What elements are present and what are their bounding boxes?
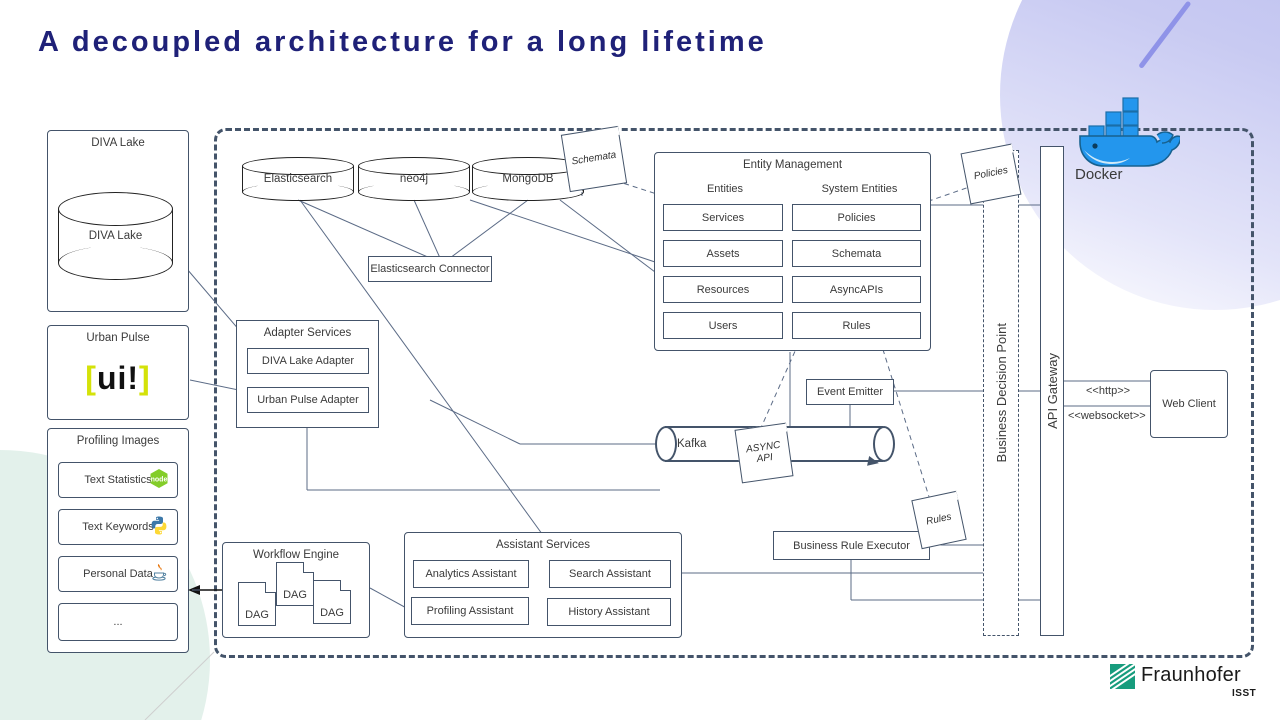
assistant-label: Analytics Assistant — [425, 568, 517, 580]
entity-management-group-label: Entity Management — [742, 159, 843, 171]
diva-lake-cylinder: DIVA Lake — [58, 192, 173, 280]
protocol-http-label: <<http>> — [1084, 385, 1133, 397]
business-rule-executor-label: Business Rule Executor — [793, 539, 910, 552]
profiling-item-more[interactable]: ... — [58, 603, 178, 641]
entity-resources[interactable]: Resources — [663, 276, 783, 303]
docker-icon — [1062, 86, 1182, 173]
fraunhofer-mark-icon — [1110, 664, 1135, 689]
assistant-label: History Assistant — [568, 606, 650, 618]
ui-logo-bracket-close: ] — [139, 360, 151, 396]
nodejs-icon: node — [148, 468, 170, 493]
diva-lake-cylinder-label: DIVA Lake — [88, 230, 143, 242]
rules-note-label: Rules — [925, 511, 953, 528]
business-decision-point[interactable]: Business Decision Point — [983, 150, 1019, 636]
urban-pulse-logo: [ui!] — [48, 360, 188, 397]
system-entity-policies[interactable]: Policies — [792, 204, 921, 231]
profiling-item-label: Text Keywords — [82, 521, 154, 533]
entity-label: Resources — [696, 283, 750, 296]
web-client[interactable]: Web Client — [1150, 370, 1228, 438]
profiling-item-label: Text Statistics — [84, 474, 152, 486]
page-fold-icon — [303, 562, 314, 573]
adapter-diva-lake[interactable]: DIVA Lake Adapter — [247, 348, 369, 374]
api-gateway[interactable]: API Gateway — [1040, 146, 1064, 636]
protocol-websocket-label: <<websocket>> — [1066, 410, 1148, 422]
event-emitter-label: Event Emitter — [816, 386, 884, 398]
page-fold-icon — [265, 582, 276, 593]
system-entity-label: AsyncAPIs — [829, 283, 884, 296]
database-label: neo4j — [399, 173, 429, 185]
dag-item-1[interactable]: DAG — [238, 582, 276, 626]
database-label: Elasticsearch — [263, 173, 333, 185]
entity-label: Services — [701, 211, 745, 224]
rules-note: Rules — [911, 490, 967, 550]
schemata-note-label: Schemata — [570, 149, 618, 168]
adapter-urban-pulse[interactable]: Urban Pulse Adapter — [247, 387, 369, 413]
system-entity-label: Policies — [837, 211, 876, 224]
slide-canvas: A decoupled architecture for a long life… — [0, 0, 1280, 720]
profiling-item-text-statistics[interactable]: Text Statistics node — [58, 462, 178, 498]
system-entities-column-header: System Entities — [821, 183, 898, 195]
dag-item-2[interactable]: DAG — [276, 562, 314, 606]
ui-logo-bracket-open: [ — [85, 360, 97, 396]
page-fold-icon — [340, 580, 351, 591]
assistant-label: Profiling Assistant — [426, 605, 514, 617]
entity-label: Users — [708, 319, 738, 332]
profiling-item-label: Personal Data — [83, 568, 153, 580]
dag-label: DAG — [245, 609, 269, 621]
business-decision-point-label: Business Decision Point — [993, 323, 1009, 463]
entity-label: Assets — [706, 247, 740, 260]
fraunhofer-institute: ISST — [1232, 688, 1257, 699]
profiling-item-text-keywords[interactable]: Text Keywords — [58, 509, 178, 545]
system-entity-asyncapis[interactable]: AsyncAPIs — [792, 276, 921, 303]
web-client-label: Web Client — [1162, 398, 1216, 410]
async-api-note: ASYNC API — [734, 422, 794, 484]
system-entity-label: Schemata — [831, 247, 882, 260]
assistant-services-group-label: Assistant Services — [496, 539, 590, 551]
assistant-search[interactable]: Search Assistant — [549, 560, 671, 588]
system-entity-schemata[interactable]: Schemata — [792, 240, 921, 267]
adapter-label: Urban Pulse Adapter — [257, 394, 359, 406]
system-entity-rules[interactable]: Rules — [792, 312, 921, 339]
fraunhofer-name: Fraunhofer — [1141, 664, 1241, 686]
urban-pulse-group: Urban Pulse [ui!] — [47, 325, 189, 420]
assistant-history[interactable]: History Assistant — [547, 598, 671, 626]
api-gateway-label: API Gateway — [1044, 353, 1060, 429]
adapter-label: DIVA Lake Adapter — [261, 355, 355, 367]
entity-users[interactable]: Users — [663, 312, 783, 339]
assistant-profiling[interactable]: Profiling Assistant — [411, 597, 529, 625]
policies-note: Policies — [960, 143, 1022, 205]
svg-text:node: node — [151, 477, 168, 484]
entity-assets[interactable]: Assets — [663, 240, 783, 267]
system-entity-label: Rules — [842, 319, 871, 332]
dag-label: DAG — [283, 589, 307, 601]
kafka-label: Kafka — [677, 438, 707, 450]
urban-pulse-group-label: Urban Pulse — [86, 332, 150, 344]
flow-arrow-icon — [867, 455, 880, 469]
schemata-note: Schemata — [560, 125, 628, 193]
ui-logo-text: ui! — [96, 360, 140, 396]
assistant-label: Search Assistant — [569, 568, 651, 580]
async-api-note-label: ASYNC API — [745, 439, 781, 466]
elasticsearch-connector[interactable]: Elasticsearch Connector — [368, 256, 492, 282]
profiling-item-label: ... — [113, 616, 123, 628]
database-elasticsearch[interactable]: Elasticsearch — [242, 157, 354, 201]
entity-services[interactable]: Services — [663, 204, 783, 231]
assistant-analytics[interactable]: Analytics Assistant — [413, 560, 529, 588]
entities-column-header: Entities — [706, 183, 744, 195]
adapter-services-group-label: Adapter Services — [263, 327, 352, 339]
page-title: A decoupled architecture for a long life… — [38, 26, 767, 58]
profiling-images-group-label: Profiling Images — [76, 435, 160, 447]
workflow-engine-group-label: Workflow Engine — [252, 549, 340, 561]
python-icon — [148, 515, 170, 540]
database-neo4j[interactable]: neo4j — [358, 157, 470, 201]
profiling-item-personal-data[interactable]: Personal Data — [58, 556, 178, 592]
event-emitter[interactable]: Event Emitter — [806, 379, 894, 405]
elasticsearch-connector-label: Elasticsearch Connector — [370, 263, 490, 275]
policies-note-label: Policies — [972, 165, 1009, 183]
java-icon — [148, 562, 170, 587]
dag-item-3[interactable]: DAG — [313, 580, 351, 624]
dag-label: DAG — [320, 607, 344, 619]
business-rule-executor[interactable]: Business Rule Executor — [773, 531, 930, 560]
diva-lake-group-label: DIVA Lake — [91, 137, 145, 149]
